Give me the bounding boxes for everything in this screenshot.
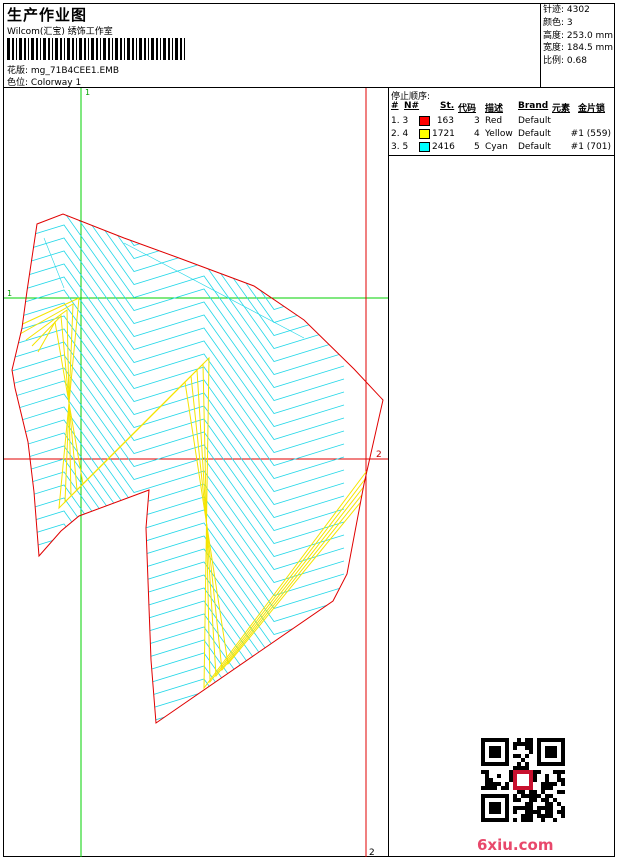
col-header-index: #	[391, 101, 399, 111]
panel-divider	[388, 156, 389, 857]
row-1-desc: Red	[485, 116, 503, 126]
design-outline	[11, 213, 384, 724]
colorway-line: 色位: Colorway 1	[7, 75, 81, 88]
col-header-brand: Brand	[518, 101, 549, 111]
underlay-stitches	[13, 297, 370, 690]
colorway-label: 色位:	[7, 78, 31, 88]
software-subtitle: Wilcom(汇宝) 绣饰工作室	[7, 27, 113, 37]
row-2-brand: Default	[518, 129, 551, 139]
stat-label: 高度:	[543, 30, 567, 41]
page-title: 生产作业图	[7, 6, 88, 24]
row-3-stitches: 2416	[432, 142, 455, 152]
row-3-element: #1 (701)	[570, 142, 611, 152]
barcode-icon	[7, 38, 185, 60]
row-2-index: 2. 4	[391, 129, 409, 139]
row-2-element: #1 (559)	[570, 129, 611, 139]
stat-label: 宽度:	[543, 43, 567, 54]
col-header-desc: 描述	[485, 104, 504, 114]
row-3-brand: Default	[518, 142, 551, 152]
fill-stitches	[12, 214, 345, 723]
stat-value: 3	[566, 17, 573, 28]
row-3-index: 3. 5	[391, 142, 409, 152]
stat-height: 高度: 253.0 mm	[543, 30, 615, 43]
row-2-desc: Yellow	[485, 129, 513, 139]
guide-label-v1: 1	[85, 88, 90, 97]
row-3-color-swatch	[419, 142, 430, 152]
col-header-element: 元素	[552, 104, 571, 114]
guide-label-h1: 1	[7, 289, 12, 298]
col-header-stitches: St.	[440, 101, 455, 111]
row-1-color-swatch	[419, 116, 430, 126]
row-2-stitches: 1721	[432, 129, 455, 139]
row-3-desc: Cyan	[485, 142, 508, 152]
stat-value: 4302	[566, 5, 590, 15]
stat-stitches: 针迹: 4302	[543, 4, 615, 17]
col-header-sequin: 金片锁	[578, 104, 606, 114]
stat-value: 253.0 mm	[566, 30, 614, 41]
qr-code-icon	[481, 738, 565, 822]
stats-box: 针迹: 4302 颜色: 3 高度: 253.0 mm 宽度: 184.5 mm…	[540, 3, 615, 88]
stat-value: 0.68	[566, 56, 587, 67]
guide-label-v2: 2	[369, 848, 375, 857]
stat-width: 宽度: 184.5 mm	[543, 42, 615, 55]
row-1-index: 1. 3	[391, 116, 409, 126]
stat-label: 针迹:	[543, 5, 567, 15]
stat-label: 颜色:	[543, 17, 567, 28]
stat-scale: 比例: 0.68	[543, 55, 615, 68]
row-1-brand: Default	[518, 116, 551, 126]
stat-label: 比例:	[543, 56, 567, 67]
site-watermark: 6xiu.com	[477, 836, 554, 854]
row-1-code: 3	[474, 116, 480, 126]
header-section: 生产作业图 Wilcom(汇宝) 绣饰工作室 花版: mg_71B4CEE1.E…	[3, 3, 615, 88]
col-header-needle: N#	[404, 101, 420, 111]
col-header-code: 代码	[458, 104, 477, 114]
row-3-code: 5	[474, 142, 480, 152]
guide-label-h2: 2	[376, 450, 382, 460]
row-2-color-swatch	[419, 129, 430, 139]
stat-value: 184.5 mm	[566, 43, 614, 54]
stat-colors: 颜色: 3	[543, 17, 615, 30]
colorway-name: Colorway 1	[30, 78, 82, 88]
row-1-stitches: 163	[436, 116, 454, 126]
stop-sequence-panel: 停止顺序: # N# St. 代码 描述 Brand 元素 金片锁 1. 3 1…	[388, 88, 615, 156]
row-2-code: 4	[474, 129, 480, 139]
embroidery-design-canvas: 1 1 2 2	[4, 88, 388, 857]
